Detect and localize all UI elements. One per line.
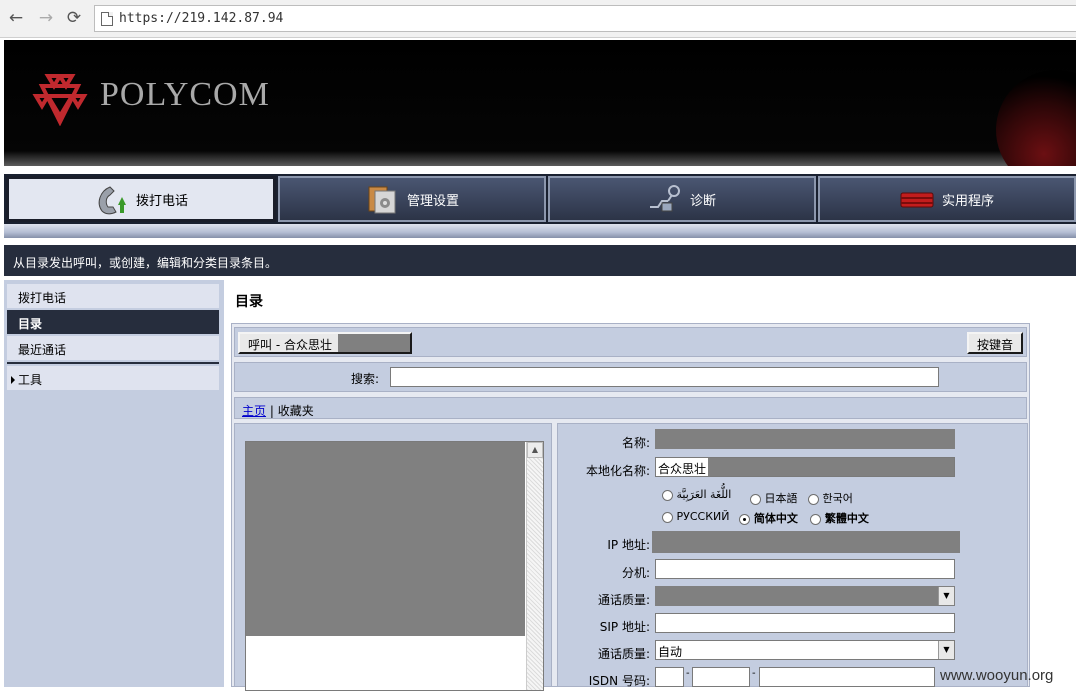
tab-place-call[interactable]: 拨打电话 (6, 176, 276, 222)
entry-details-form: 名称: 本地化名称: 合众思壮 اللُّغَة العَرَبِيَّة 日本… (557, 423, 1028, 688)
browser-toolbar: ← → ⟳ https://219.142.87.94 (0, 0, 1076, 38)
page-title: 目录 (235, 294, 263, 310)
tab-admin-settings[interactable]: 管理设置 (278, 176, 546, 222)
breadcrumb: 主页 | 收藏夹 (234, 397, 1027, 419)
diagnostics-icon (649, 185, 680, 212)
extension-field[interactable] (655, 559, 955, 579)
lang-option-simplified-chinese[interactable]: 简体中文 (739, 510, 798, 526)
admin-settings-icon (368, 186, 396, 214)
search-label: 搜索: (351, 372, 380, 386)
call-quality-label: 通话质量: (597, 593, 650, 607)
tab-label: 拨打电话 (135, 193, 188, 209)
list-scrollbar[interactable]: ▲ (526, 442, 543, 690)
directory-list[interactable]: ▲ (245, 441, 544, 691)
phone-call-icon (98, 186, 126, 215)
tab-label: 诊断 (689, 193, 716, 209)
name-field[interactable] (655, 429, 955, 449)
sidebar: 拨打电话 目录 最近通话 工具 (4, 280, 224, 687)
main-tab-bar: 拨打电话 管理设置 诊断 实用程序 (4, 174, 1076, 224)
url-text[interactable]: https://219.142.87.94 (119, 11, 283, 26)
tab-label: 实用程序 (941, 193, 994, 209)
radio-button[interactable] (662, 511, 673, 523)
brand-logo-text: POLYCOM (100, 76, 270, 113)
dropdown-arrow-icon[interactable]: ▼ (938, 641, 954, 659)
local-name-field[interactable]: 合众思壮 (655, 457, 955, 477)
breadcrumb-separator: | (266, 404, 278, 418)
lang-label: 繁體中文 (824, 512, 869, 525)
scroll-up-arrow-icon[interactable]: ▲ (527, 442, 543, 458)
isdn-country-code-field[interactable] (655, 667, 684, 687)
sidebar-item-label: 工具 (18, 373, 43, 387)
radio-button[interactable] (810, 513, 821, 525)
redacted-block (338, 334, 410, 352)
call-quality-2-label: 通话质量: (597, 647, 650, 661)
sidebar-divider (7, 362, 219, 364)
search-row: 搜索: (234, 362, 1027, 392)
back-arrow-icon[interactable]: ← (6, 8, 26, 28)
search-input[interactable] (390, 367, 939, 387)
address-bar[interactable]: https://219.142.87.94 (94, 5, 1076, 32)
forward-arrow-icon[interactable]: → (36, 8, 56, 28)
extension-label: 分机: (621, 566, 650, 580)
selected-value: 自动 (658, 645, 683, 659)
dropdown-arrow-icon[interactable]: ▼ (938, 587, 954, 605)
reload-icon[interactable]: ⟳ (64, 8, 84, 28)
isdn-area-code-field[interactable] (692, 667, 750, 687)
redacted-block (708, 458, 954, 476)
isdn-separator: - (686, 668, 690, 679)
tab-diagnostics[interactable]: 诊断 (548, 176, 816, 222)
sidebar-item-tools[interactable]: 工具 (7, 366, 219, 390)
redacted-list-entries (246, 442, 525, 636)
call-button[interactable]: 呼叫 - 合众思壮 (238, 332, 412, 354)
isdn-number-field[interactable] (759, 667, 935, 687)
banner-decoration (996, 70, 1076, 166)
radio-button[interactable] (808, 493, 819, 505)
lang-option-traditional-chinese[interactable]: 繁體中文 (810, 510, 869, 526)
utilities-icon (900, 192, 934, 208)
tab-bar-underline (4, 224, 1076, 238)
ip-address-field[interactable] (652, 531, 960, 553)
page-description: 从目录发出呼叫，或创建，编辑和分类目录条目。 (4, 245, 1076, 276)
directory-list-pane: ▲ (234, 423, 552, 691)
lang-option-japanese[interactable]: 日本語 (750, 490, 798, 506)
lang-label: 简体中文 (753, 512, 798, 525)
header-banner: POLYCOM (4, 40, 1076, 166)
favorites-link[interactable]: 收藏夹 (278, 404, 314, 418)
lang-option-korean[interactable]: 한국어 (808, 490, 853, 506)
isdn-number-label: ISDN 号码: (588, 674, 650, 688)
call-toolbar: 呼叫 - 合众思壮 按键音 (234, 327, 1027, 357)
radio-button-selected[interactable] (739, 513, 750, 525)
watermark-text: www.wooyun.org (940, 667, 1054, 684)
sip-address-label: SIP 地址: (599, 620, 650, 634)
call-quality-select[interactable]: ▼ (655, 586, 955, 606)
directory-panel: 呼叫 - 合众思壮 按键音 搜索: 主页 | 收藏夹 ▲ 名称: 本地化名称: … (231, 323, 1030, 691)
keypad-button[interactable]: 按键音 (967, 332, 1023, 354)
lang-label: 한국어 (822, 492, 853, 505)
sidebar-item-place-call[interactable]: 拨打电话 (7, 284, 219, 308)
sidebar-item-recent-calls[interactable]: 最近通话 (7, 336, 219, 360)
local-name-value: 合众思壮 (658, 462, 707, 476)
call-quality-2-select[interactable]: 自动 ▼ (655, 640, 955, 660)
polycom-logo-icon (32, 74, 88, 126)
expand-arrow-icon (11, 376, 15, 384)
page-icon (101, 12, 113, 26)
name-label: 名称: (621, 436, 650, 450)
sidebar-item-directory[interactable]: 目录 (7, 310, 219, 334)
lang-label: اللُّغَة العَرَبِيَّة (676, 488, 732, 501)
isdn-separator: - (752, 668, 756, 679)
lang-option-russian[interactable]: РУССКИЙ (662, 510, 729, 523)
call-button-label: 呼叫 - 合众思壮 (248, 338, 332, 352)
lang-label: 日本語 (764, 492, 798, 505)
sip-address-field[interactable] (655, 613, 955, 633)
ip-address-label: IP 地址: (607, 538, 650, 552)
home-link[interactable]: 主页 (242, 404, 266, 418)
radio-button[interactable] (662, 489, 673, 501)
radio-button[interactable] (750, 493, 761, 505)
lang-option-arabic[interactable]: اللُّغَة العَرَبِيَّة (662, 488, 731, 501)
local-name-label: 本地化名称: (585, 464, 650, 478)
lang-label: РУССКИЙ (676, 510, 730, 523)
tab-label: 管理设置 (406, 193, 459, 209)
tab-utilities[interactable]: 实用程序 (818, 176, 1076, 222)
